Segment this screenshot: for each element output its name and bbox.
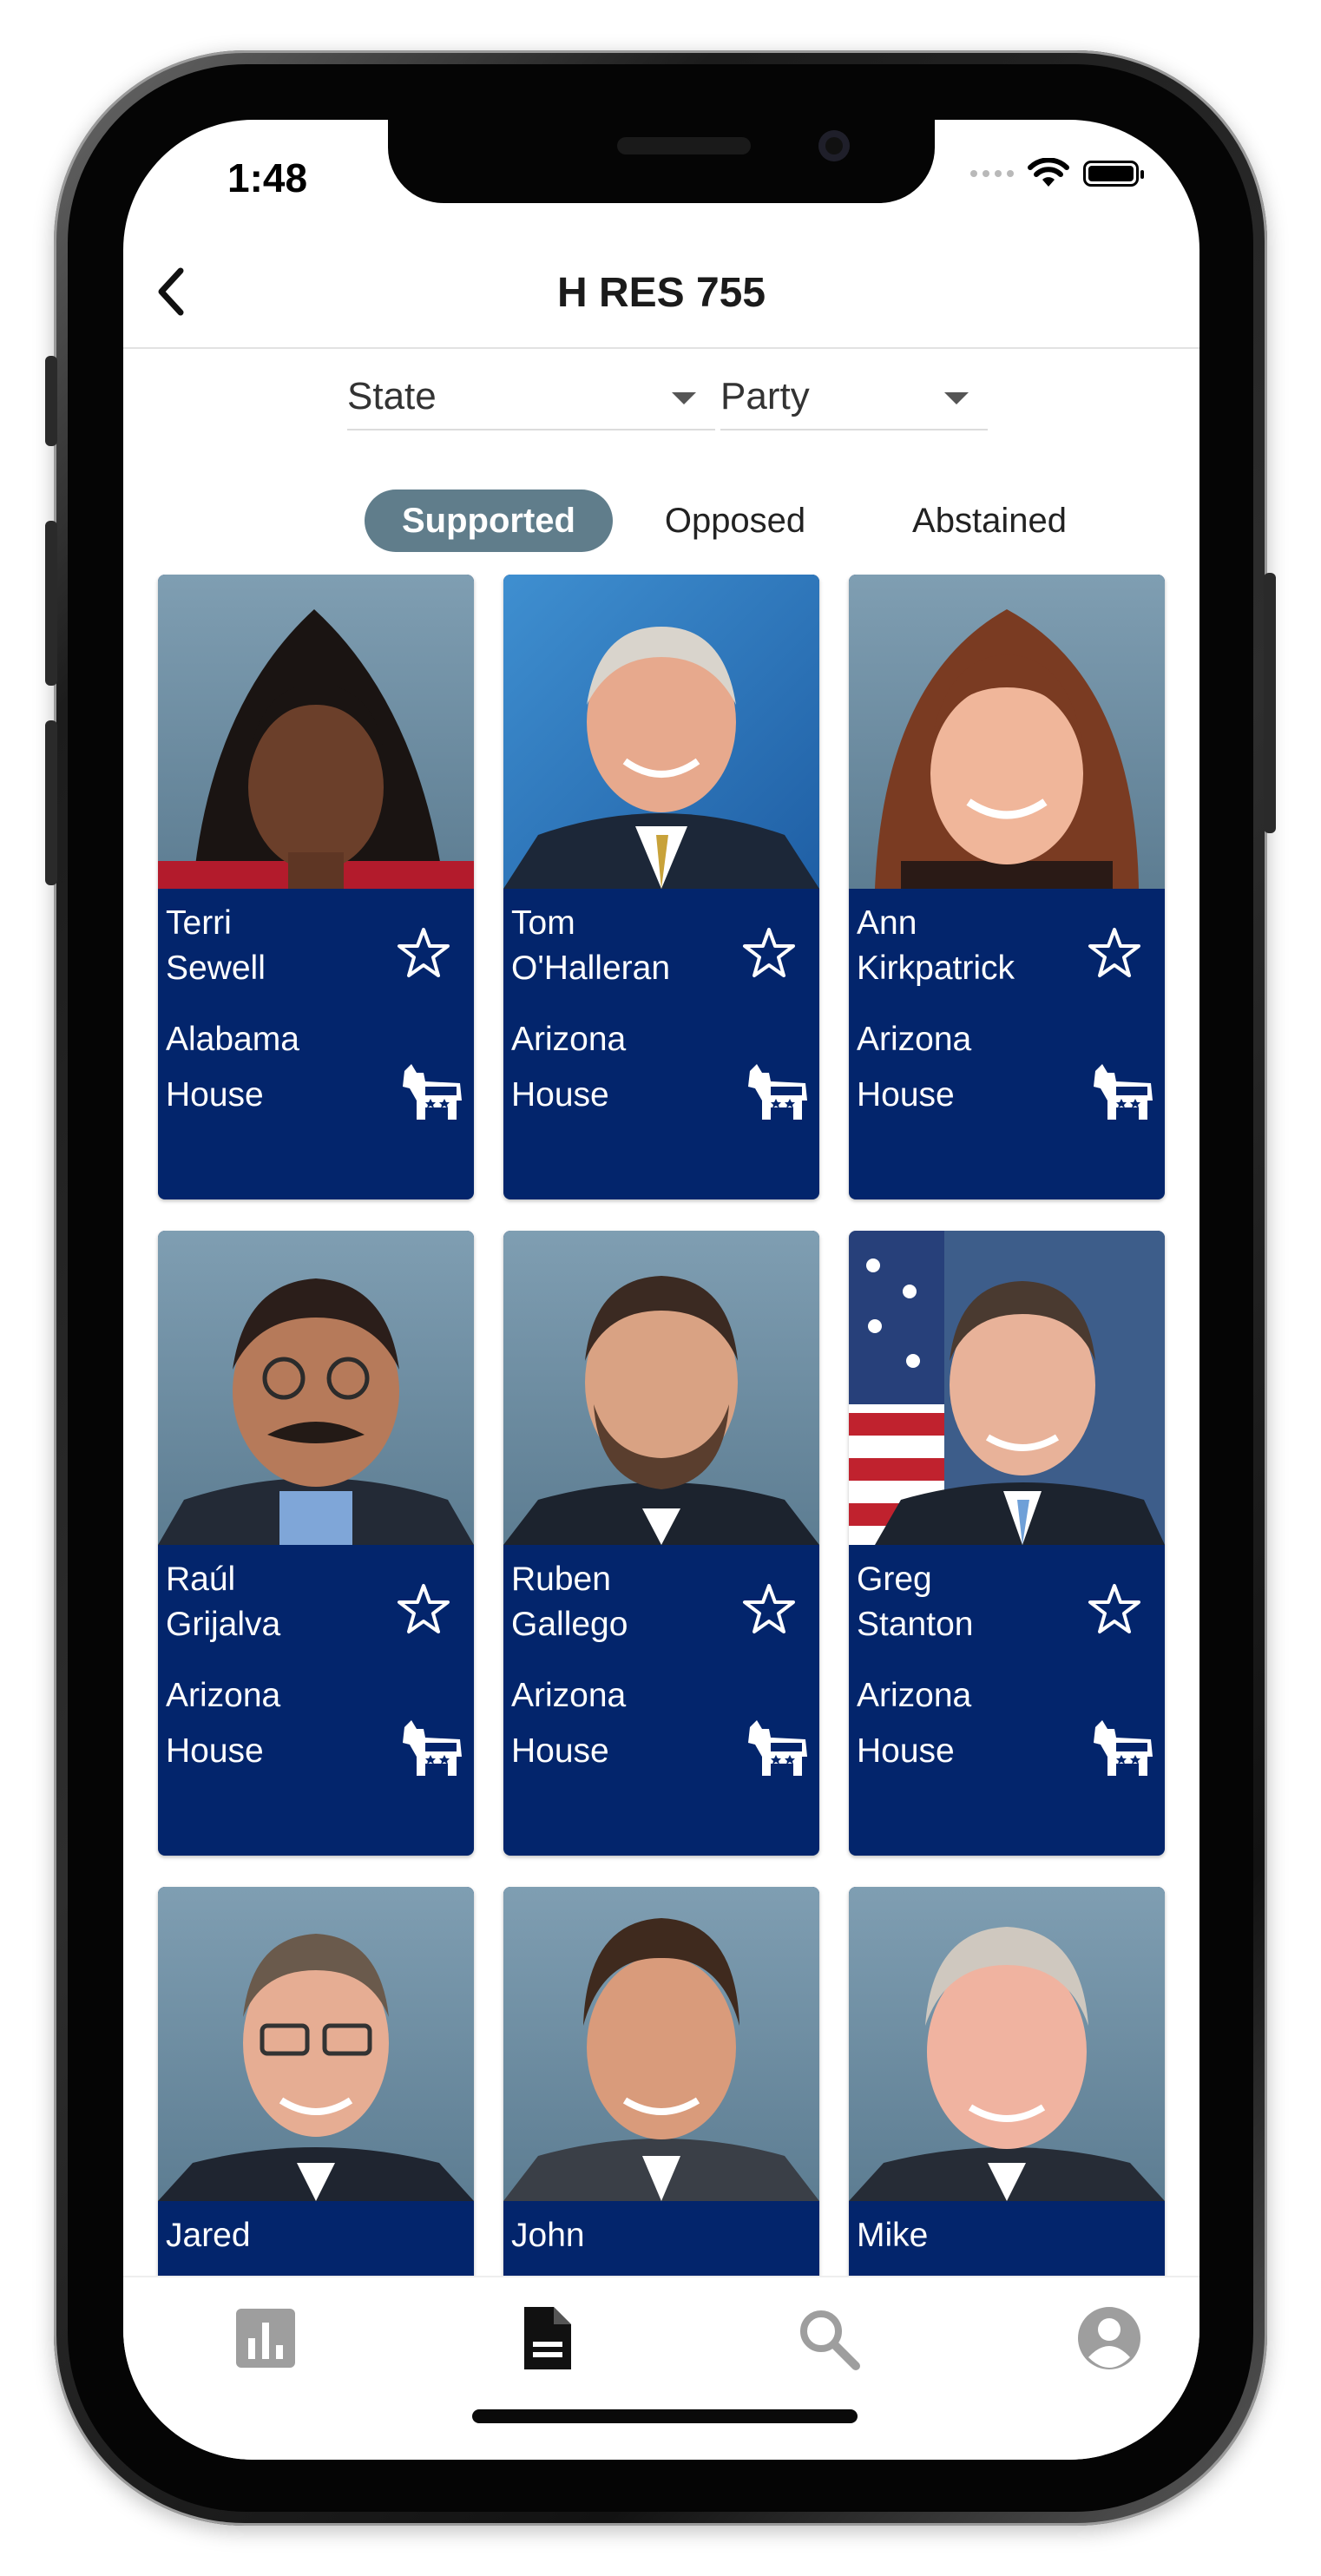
representative-name: Mike	[857, 2217, 929, 2254]
star-outline-icon[interactable]	[741, 1581, 797, 1637]
star-outline-icon[interactable]	[1087, 1581, 1142, 1637]
representative-name: Jared	[166, 2217, 251, 2254]
state-filter-dropdown[interactable]: State	[347, 370, 715, 430]
star-outline-icon[interactable]	[1087, 925, 1142, 981]
representative-chamber: House	[857, 1732, 955, 1770]
representative-photo	[849, 575, 1165, 889]
notch	[388, 120, 935, 203]
party-filter-dropdown[interactable]: Party	[720, 370, 988, 430]
representative-card[interactable]: Mike	[849, 1887, 1165, 2276]
representative-name: Greg Stanton	[857, 1561, 974, 1643]
representative-chamber: House	[166, 1732, 264, 1770]
representative-card[interactable]: Terri Sewell Alabama House	[158, 575, 474, 1199]
wifi-icon	[1028, 158, 1069, 187]
democrat-donkey-icon	[1094, 1064, 1153, 1120]
representative-card[interactable]: Raúl Grijalva Arizona House	[158, 1231, 474, 1856]
home-indicator[interactable]	[472, 2409, 858, 2423]
representative-photo	[849, 1887, 1165, 2201]
document-icon[interactable]	[512, 2303, 582, 2373]
representative-state: Arizona	[857, 1021, 972, 1058]
account-icon[interactable]	[1075, 2303, 1144, 2373]
dropdown-arrow-icon	[944, 392, 969, 404]
democrat-donkey-icon	[403, 1720, 462, 1776]
representative-photo	[158, 1887, 474, 2201]
volume-down-button	[45, 720, 57, 885]
star-outline-icon[interactable]	[741, 925, 797, 981]
representative-photo	[849, 1231, 1165, 1545]
representative-card[interactable]: Ruben Gallego Arizona House	[503, 1231, 819, 1856]
democrat-donkey-icon	[748, 1064, 807, 1120]
status-time: 1:48	[227, 155, 308, 200]
page-title: H RES 755	[556, 270, 766, 316]
representative-card[interactable]: Greg Stanton Arizona House	[849, 1231, 1165, 1856]
status-icons	[970, 158, 1144, 189]
battery-icon	[1083, 161, 1144, 187]
star-outline-icon[interactable]	[396, 925, 451, 981]
representative-state: Arizona	[166, 1677, 281, 1714]
representative-card[interactable]: Ann Kirkpatrick Arizona House	[849, 575, 1165, 1199]
search-icon[interactable]	[793, 2303, 863, 2373]
app-header: H RES 755	[123, 240, 1199, 349]
representative-state: Alabama	[166, 1021, 299, 1058]
bar-chart-icon[interactable]	[231, 2303, 300, 2373]
democrat-donkey-icon	[1094, 1720, 1153, 1776]
representative-photo	[503, 575, 819, 889]
representative-chamber: House	[166, 1076, 264, 1114]
representatives-grid[interactable]: Terri Sewell Alabama House Tom O'Halleran …	[123, 575, 1199, 2276]
representative-state: Arizona	[511, 1677, 627, 1714]
cellular-signal-icon	[970, 170, 1014, 177]
dropdown-arrow-icon	[672, 392, 696, 404]
representative-photo	[158, 1231, 474, 1545]
power-button	[1264, 573, 1276, 833]
democrat-donkey-icon	[403, 1064, 462, 1120]
representative-chamber: House	[857, 1076, 955, 1114]
representative-name: Ann Kirkpatrick	[857, 904, 1015, 987]
party-filter-label: Party	[720, 375, 810, 417]
screen: 1:48 H RES 755 State Party Supported Opp…	[123, 120, 1199, 2460]
silent-switch	[45, 356, 57, 446]
representative-name: John	[511, 2217, 585, 2254]
representative-name: Raúl Grijalva	[166, 1561, 281, 1643]
representative-state: Arizona	[857, 1677, 972, 1714]
front-camera	[818, 130, 850, 161]
representative-name: Tom O'Halleran	[511, 904, 671, 987]
representative-photo	[158, 575, 474, 889]
representative-photo	[503, 1231, 819, 1545]
representative-card[interactable]: Jared	[158, 1887, 474, 2276]
volume-up-button	[45, 521, 57, 686]
representative-photo	[503, 1887, 819, 2201]
democrat-donkey-icon	[748, 1720, 807, 1776]
representative-chamber: House	[511, 1732, 609, 1770]
state-filter-label: State	[347, 375, 437, 417]
representative-state: Arizona	[511, 1021, 627, 1058]
tab-opposed[interactable]: Opposed	[634, 490, 837, 552]
representative-name: Terri Sewell	[166, 904, 266, 987]
representative-chamber: House	[511, 1076, 609, 1114]
star-outline-icon[interactable]	[396, 1581, 451, 1637]
representative-name: Ruben Gallego	[511, 1561, 628, 1643]
representative-card[interactable]: Tom O'Halleran Arizona House	[503, 575, 819, 1199]
tab-abstained[interactable]: Abstained	[877, 490, 1102, 552]
tab-supported[interactable]: Supported	[365, 490, 613, 552]
earpiece-speaker	[617, 137, 751, 154]
representative-card[interactable]: John	[503, 1887, 819, 2276]
bottom-navigation	[123, 2276, 1199, 2460]
